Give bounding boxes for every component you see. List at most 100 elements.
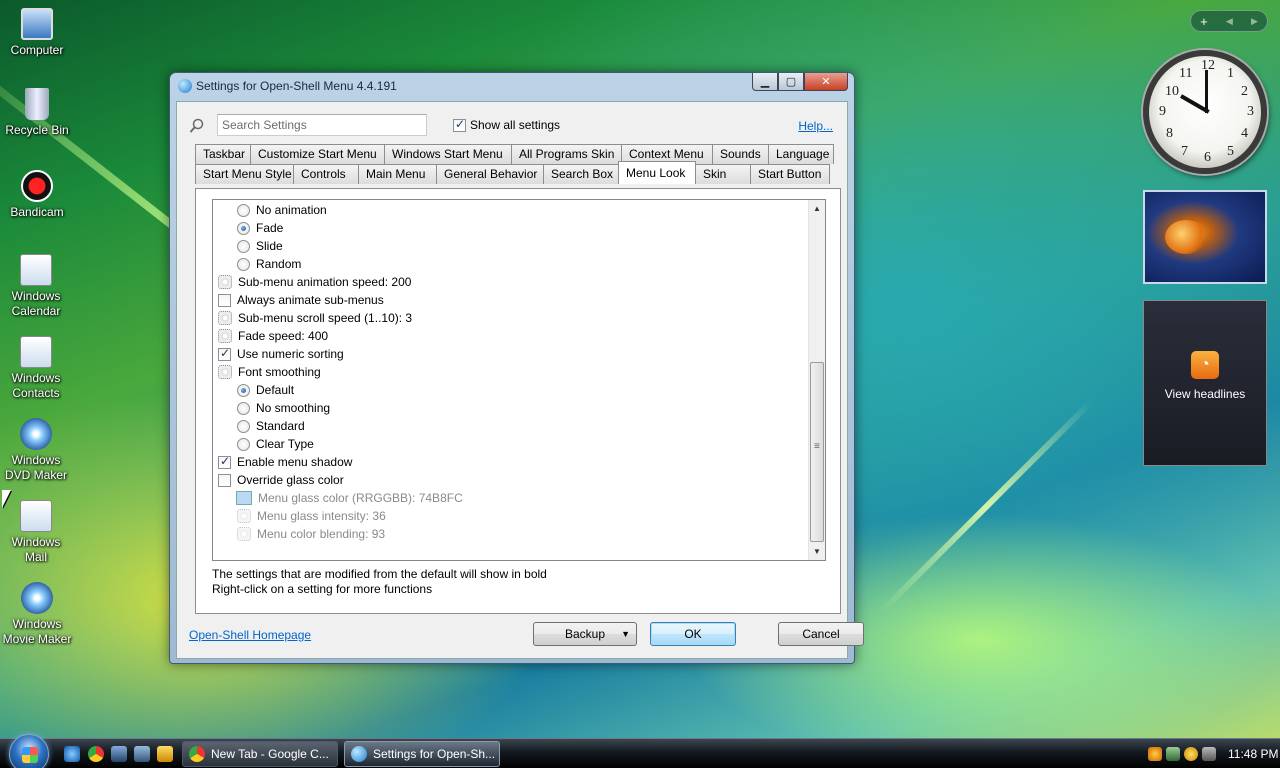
show-desktop-icon[interactable] [111, 746, 127, 762]
setting-row[interactable]: Sub-menu animation speed: 200 [218, 273, 411, 291]
setting-row[interactable]: No smoothing [237, 399, 330, 417]
setting-row[interactable]: No animation [237, 201, 327, 219]
setting-row[interactable]: Fade speed: 400 [218, 327, 328, 345]
checkbox-checked[interactable] [218, 454, 231, 469]
setting-row[interactable]: Font smoothing [218, 363, 321, 381]
desktop-icon-windows-contacts[interactable]: Windows Contacts [0, 336, 72, 401]
media-player-icon[interactable] [157, 746, 173, 762]
tab-all-programs-skin[interactable]: All Programs Skin [511, 144, 622, 164]
close-button[interactable]: ✕ [804, 73, 848, 91]
backup-button[interactable]: Backup ▼ [533, 622, 637, 646]
color-swatch [236, 491, 252, 505]
radio-button[interactable] [237, 203, 250, 217]
cancel-button[interactable]: Cancel [778, 622, 864, 646]
checkbox-checked[interactable] [453, 117, 466, 132]
radio-button[interactable] [237, 437, 250, 451]
setting-row-disabled: Menu glass color (RRGGBB): 74B8FC [236, 489, 463, 507]
setting-row[interactable]: Random [237, 255, 301, 273]
tab-taskbar[interactable]: Taskbar [195, 144, 251, 164]
checkbox-unchecked[interactable] [218, 293, 231, 307]
setting-row[interactable]: Slide [237, 237, 283, 255]
search-tray-icon[interactable] [1148, 747, 1162, 761]
tab-search-box[interactable]: Search Box [543, 164, 619, 184]
clock-time[interactable]: 11:48 PM [1228, 747, 1278, 761]
feed-headlines-gadget[interactable]: ◔ View headlines [1143, 300, 1267, 466]
tab-general-behavior[interactable]: General Behavior [436, 164, 544, 184]
radio-button[interactable] [237, 419, 250, 433]
tab-language[interactable]: Language [768, 144, 834, 164]
setting-row[interactable]: Fade [237, 219, 283, 237]
ok-button[interactable]: OK [650, 622, 736, 646]
tab-start-menu-style[interactable]: Start Menu Style [195, 164, 294, 184]
setting-row[interactable]: Clear Type [237, 435, 314, 453]
switch-windows-icon[interactable] [134, 746, 150, 762]
tab-menu-look[interactable]: Menu Look [618, 161, 696, 184]
show-all-settings-checkbox[interactable]: Show all settings [453, 117, 560, 132]
radio-button[interactable] [237, 257, 250, 271]
clock-minute-hand [1205, 70, 1208, 113]
setting-row[interactable]: Sub-menu scroll speed (1..10): 3 [218, 309, 412, 327]
tab-customize-start-menu[interactable]: Customize Start Menu [250, 144, 385, 164]
clock-gadget[interactable]: 12 1 2 3 4 5 6 7 8 9 10 11 [1143, 50, 1267, 174]
taskbar-button-chrome[interactable]: New Tab - Google C... [182, 741, 338, 767]
search-input[interactable] [217, 114, 427, 136]
setting-row[interactable]: Override glass color [218, 471, 344, 489]
tab-main-menu[interactable]: Main Menu [358, 164, 437, 184]
scroll-up-icon[interactable]: ▲ [809, 200, 825, 217]
setting-row[interactable]: Standard [237, 417, 305, 435]
speaker-icon[interactable] [1184, 747, 1198, 761]
tab-start-button[interactable]: Start Button [750, 164, 830, 184]
setting-label: Slide [256, 239, 283, 253]
tab-skin[interactable]: Skin [695, 164, 751, 184]
clock-number: 4 [1241, 126, 1248, 141]
vertical-scrollbar[interactable]: ▲ ▼ [808, 200, 825, 560]
internet-explorer-icon[interactable] [64, 746, 80, 762]
desktop-icon-windows-movie-maker[interactable]: Windows Movie Maker [0, 582, 74, 647]
radio-button[interactable] [237, 401, 250, 415]
chrome-icon[interactable] [88, 746, 104, 762]
clock-number: 1 [1227, 66, 1234, 81]
setting-row[interactable]: Default [237, 381, 294, 399]
help-link[interactable]: Help... [798, 119, 833, 133]
chrome-icon [189, 746, 205, 762]
scroll-down-icon[interactable]: ▼ [809, 543, 825, 560]
tab-controls[interactable]: Controls [293, 164, 359, 184]
network-icon[interactable] [1166, 747, 1180, 761]
tab-windows-start-menu[interactable]: Windows Start Menu [384, 144, 512, 164]
taskbar-button-settings[interactable]: Settings for Open-Sh... [344, 741, 500, 767]
open-shell-homepage-link[interactable]: Open-Shell Homepage [189, 628, 311, 642]
setting-row[interactable]: Use numeric sorting [218, 345, 344, 363]
start-button[interactable] [9, 734, 49, 768]
tab-sounds[interactable]: Sounds [712, 144, 769, 164]
slideshow-gadget[interactable] [1143, 190, 1267, 284]
radio-button-selected[interactable] [237, 383, 250, 397]
desktop-icon-label: Computer [10, 43, 64, 57]
gear-icon [237, 509, 251, 523]
clock-number: 6 [1204, 150, 1211, 165]
checkbox-unchecked[interactable] [218, 473, 231, 487]
view-headlines-label[interactable]: View headlines [1144, 387, 1266, 401]
volume-icon[interactable] [1202, 747, 1216, 761]
desktop-icon-windows-dvd-maker[interactable]: Windows DVD Maker [0, 418, 72, 483]
desktop-icon-windows-mail[interactable]: Windows Mail [0, 500, 72, 565]
desktop-icon-recycle-bin[interactable]: Recycle Bin [0, 88, 74, 138]
setting-label: No smoothing [256, 401, 331, 415]
desktop-icon-windows-calendar[interactable]: Windows Calendar [0, 254, 72, 319]
checkbox-checked[interactable] [218, 346, 231, 361]
settings-list[interactable]: No animation Fade Slide Random Sub-menu … [212, 199, 826, 561]
info-text-right-click: Right-click on a setting for more functi… [212, 582, 433, 596]
setting-label: Sub-menu animation speed: 200 [238, 275, 412, 289]
minimize-button[interactable]: ▁ [752, 73, 778, 91]
desktop-icon-bandicam[interactable]: Bandicam [0, 170, 74, 220]
maximize-button[interactable]: ▢ [778, 73, 804, 91]
scrollbar-thumb[interactable] [810, 362, 824, 542]
radio-button-selected[interactable] [237, 221, 250, 235]
desktop-icon-computer[interactable]: Computer [0, 8, 74, 58]
open-shell-icon [178, 79, 192, 93]
radio-button[interactable] [237, 239, 250, 253]
setting-row[interactable]: Enable menu shadow [218, 453, 352, 471]
add-gadget-button[interactable]: + [1200, 14, 1208, 29]
chevron-right-icon[interactable]: ▶ [1251, 16, 1258, 27]
setting-row[interactable]: Always animate sub-menus [218, 291, 384, 309]
chevron-left-icon[interactable]: ◀ [1226, 16, 1233, 27]
